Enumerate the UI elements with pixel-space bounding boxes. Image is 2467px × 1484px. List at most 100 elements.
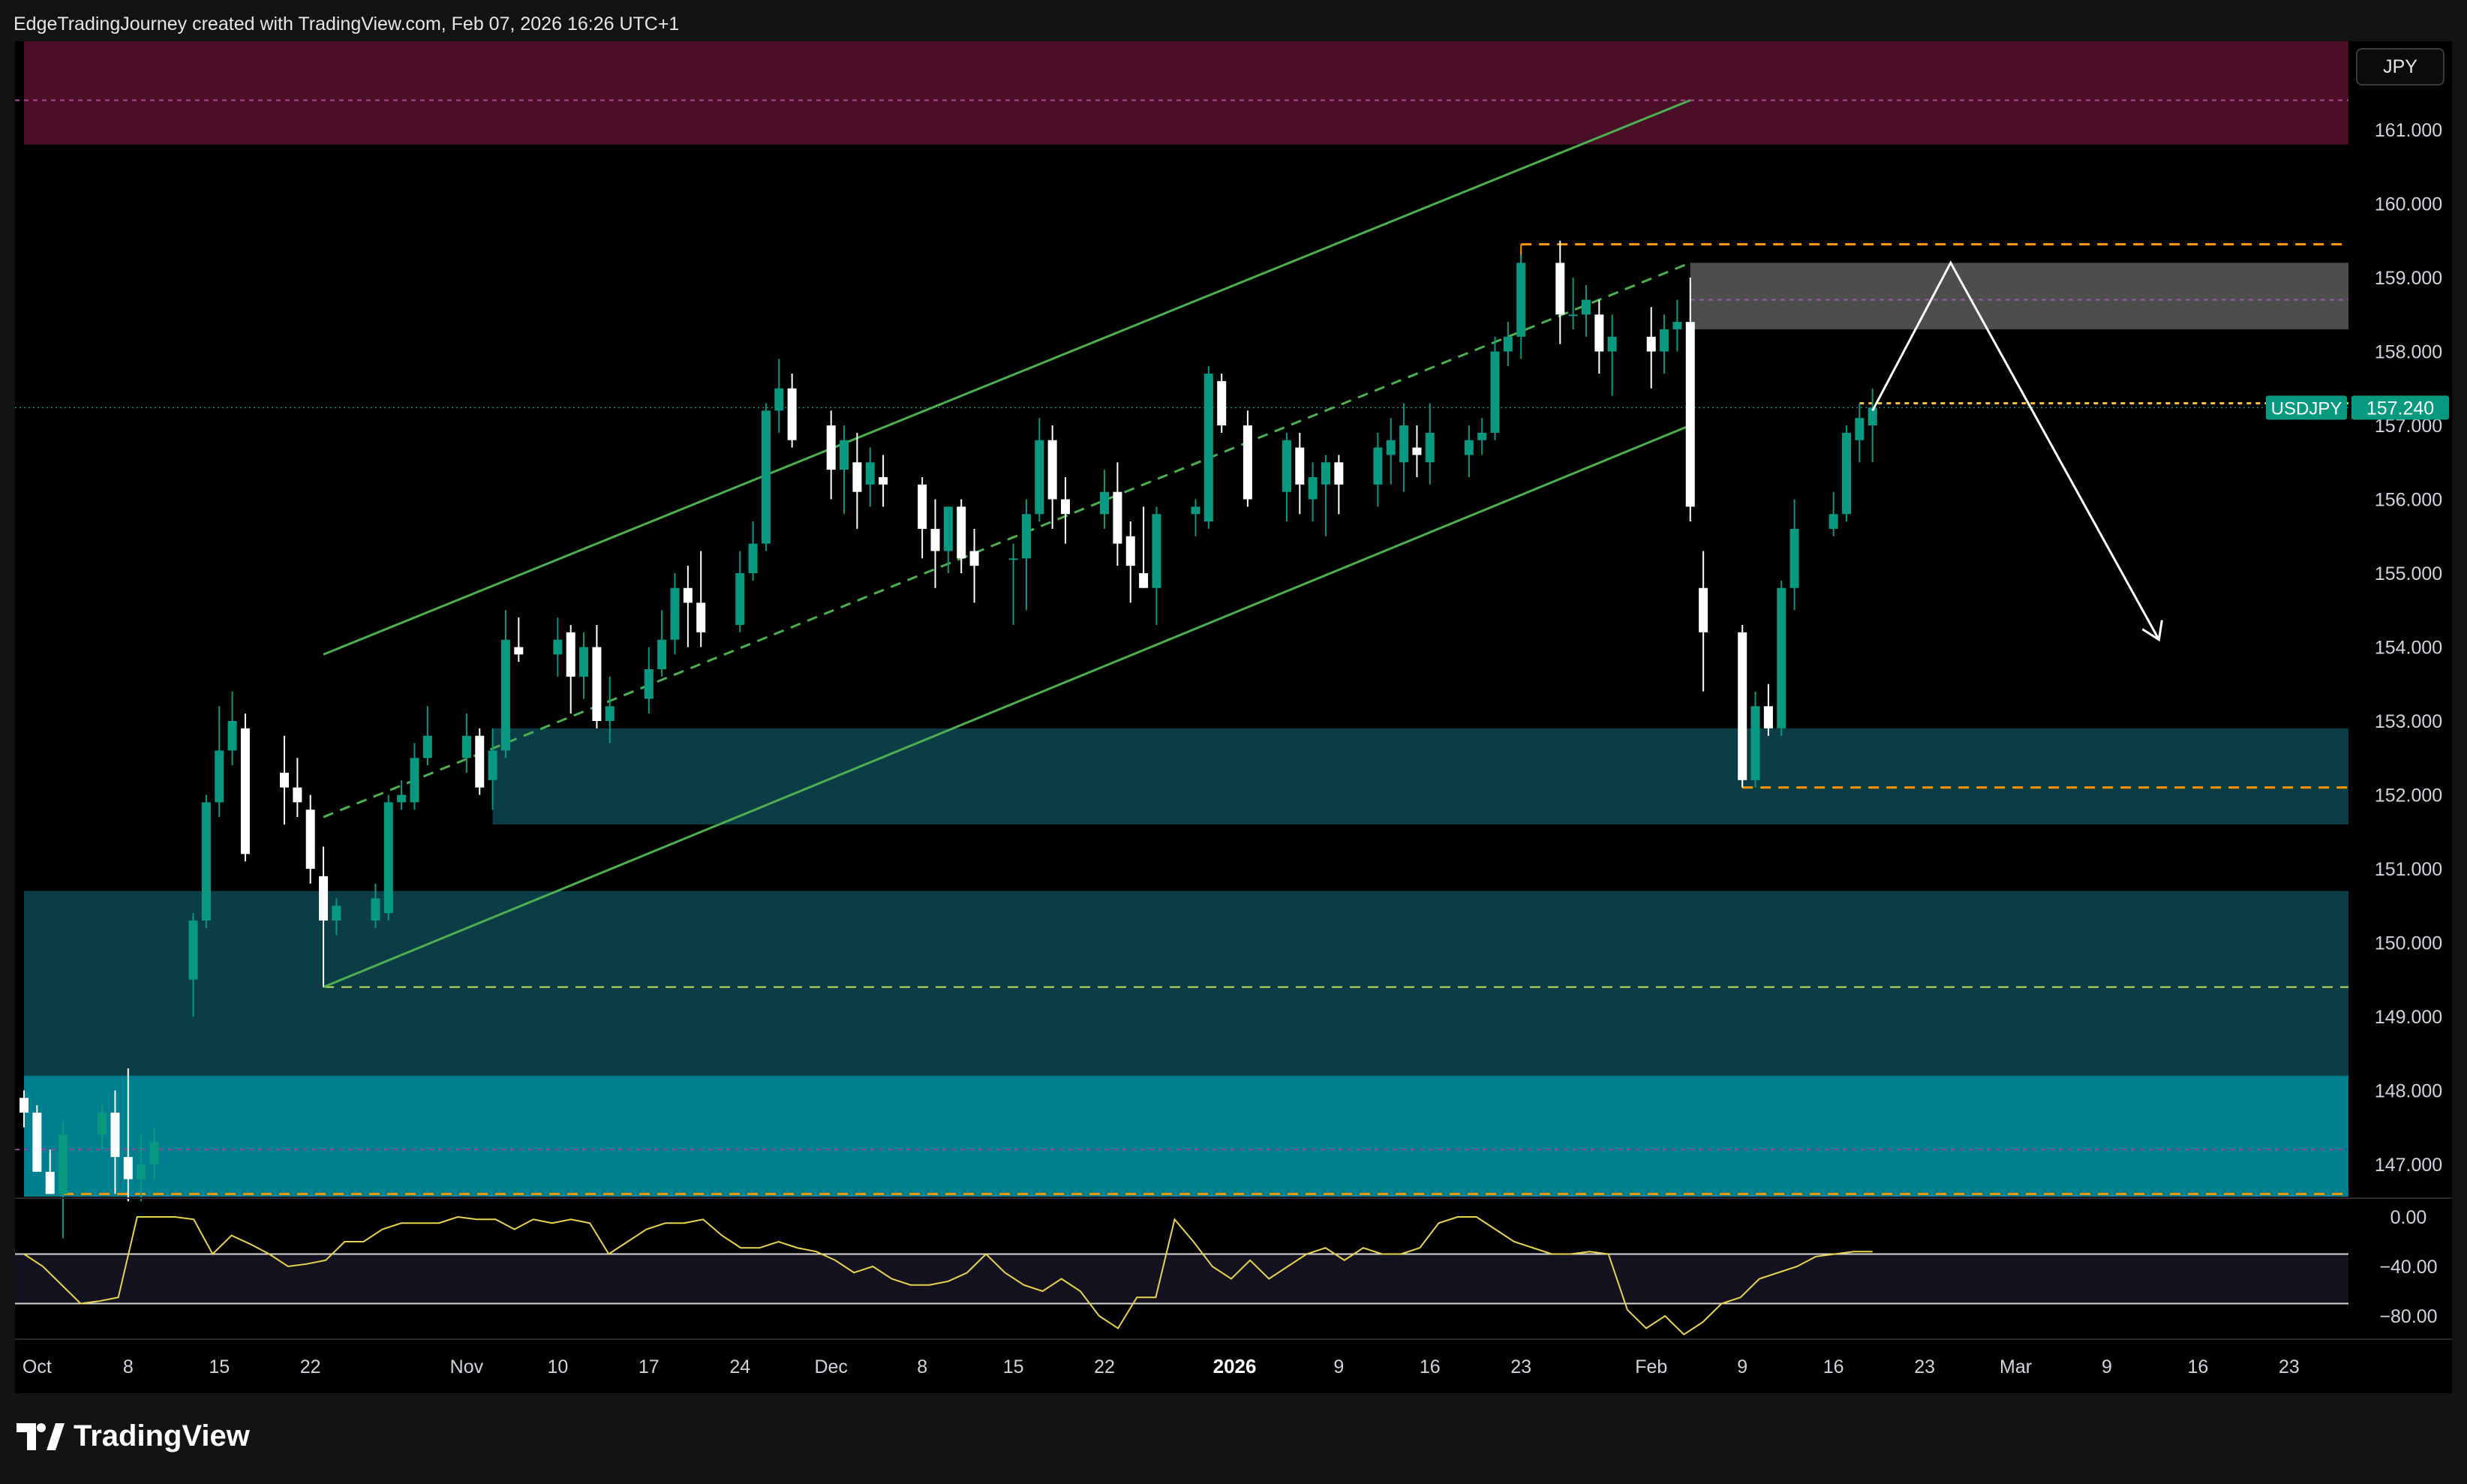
demand-zone-upper [492, 728, 2348, 825]
candle-body [579, 647, 589, 677]
time-tick-label: Dec [814, 1356, 847, 1377]
candle-body [305, 810, 315, 869]
price-tick-label: 156.000 [2375, 490, 2442, 511]
time-tick-label: 8 [123, 1356, 134, 1377]
candle-body [1828, 514, 1838, 529]
price-tick-label: 155.000 [2375, 563, 2442, 584]
candle-body [1582, 299, 1591, 315]
candle-body [1672, 322, 1682, 329]
candle-body [397, 795, 407, 803]
resistance-zone [1690, 263, 2348, 329]
candle-body [371, 898, 380, 921]
candle-body [1047, 440, 1057, 500]
candle-body [227, 721, 237, 751]
time-tick-label: 9 [2102, 1356, 2112, 1377]
candle-body [137, 1164, 146, 1179]
time-tick-label: Oct [23, 1356, 52, 1377]
price-tick-label: 152.000 [2375, 786, 2442, 807]
chart-canvas[interactable]: 147.000 148.000 149.000 150.000 151.000 152.0… [15, 41, 2452, 1393]
candle-body [1295, 447, 1305, 485]
candle-body [1777, 587, 1786, 728]
candle-body [488, 750, 497, 780]
currency-badge[interactable]: JPY [2356, 48, 2444, 86]
candle-body [1321, 462, 1330, 485]
candle-body [774, 388, 784, 411]
time-tick-label: 15 [209, 1356, 230, 1377]
candle-body [1555, 263, 1565, 315]
candle-body [1035, 440, 1044, 515]
time-tick-label: 10 [547, 1356, 568, 1377]
candle-body [918, 484, 927, 529]
price-tick-label: 151.000 [2375, 859, 2442, 880]
candle-body [943, 506, 953, 551]
time-tick-label: 22 [300, 1356, 321, 1377]
price-tick-label: 158.000 [2375, 342, 2442, 363]
candle-body [188, 920, 198, 980]
candle-body [1750, 706, 1760, 780]
time-tick-label: 23 [1510, 1356, 1531, 1377]
demand-zone-inner [24, 1075, 2348, 1197]
price-tick-label: 147.000 [2375, 1155, 2442, 1176]
oscillator-band [15, 1254, 2348, 1304]
time-tick-label: 8 [917, 1356, 927, 1377]
candle-body [1399, 425, 1409, 463]
candle-body [879, 476, 888, 485]
candle-body [1568, 314, 1578, 317]
candle-body [1152, 514, 1161, 588]
last-price-label: 157.240 [2366, 398, 2434, 419]
candle-body [930, 528, 940, 551]
time-tick-label: 9 [1737, 1356, 1747, 1377]
candle-body [1646, 336, 1656, 352]
candle-body [852, 462, 862, 492]
candle-body [670, 587, 680, 640]
price-tick-label: 150.000 [2375, 933, 2442, 954]
oscillator-tick-label: 0.00 [2390, 1207, 2427, 1228]
chart-credit: EdgeTradingJourney created with TradingV… [14, 14, 680, 35]
candle-body [1139, 573, 1149, 588]
candle-body [1503, 336, 1513, 352]
candle-body [1842, 432, 1851, 515]
candle-body [280, 772, 289, 788]
time-tick-label: 16 [1823, 1356, 1844, 1377]
candle-body [383, 802, 393, 914]
time-tick-label: Feb [1635, 1356, 1667, 1377]
candle-body [1516, 263, 1526, 337]
time-tick-label: 17 [639, 1356, 660, 1377]
channel-layer [323, 99, 1691, 988]
candle-body [1738, 632, 1747, 780]
price-tick-label: 161.000 [2375, 120, 2442, 141]
oscillator-pane: 0.00 −40.00 −80.00 [15, 1197, 2452, 1336]
candle-body [1113, 491, 1122, 544]
tradingview-logo[interactable]: TradingView [17, 1419, 250, 1453]
candle-body [696, 602, 706, 632]
candle-body [1217, 380, 1227, 425]
projection-arrowhead [2141, 620, 2163, 642]
candle-body [1607, 336, 1617, 352]
candle-body [98, 1113, 107, 1135]
candle-body [500, 639, 510, 751]
time-tick-label: 22 [1094, 1356, 1115, 1377]
time-tick-label: 24 [729, 1356, 750, 1377]
candle-body [240, 728, 250, 855]
candle-body [1191, 506, 1200, 515]
candle-body [657, 639, 667, 670]
price-tick-label: 160.000 [2375, 194, 2442, 215]
time-tick-label: 23 [1914, 1356, 1935, 1377]
candle-body [1334, 462, 1344, 485]
candle-body [1464, 440, 1474, 455]
time-tick-label: 16 [1420, 1356, 1441, 1377]
candle-body [566, 632, 575, 677]
candle-body [201, 802, 211, 921]
candle-body [840, 440, 849, 470]
oscillator-tick-label: −40.00 [2379, 1257, 2437, 1278]
symbol-label: USDJPY [2271, 398, 2342, 419]
candle-body [683, 587, 693, 603]
time-tick-label: 9 [1333, 1356, 1344, 1377]
oscillator-tick-label: −80.00 [2379, 1306, 2437, 1327]
candle-body [1660, 329, 1669, 352]
candle-body [1685, 322, 1695, 507]
candle-body [475, 735, 485, 788]
candle-body [1699, 587, 1708, 632]
candle-body [1125, 536, 1135, 566]
chart-area[interactable]: 147.000 148.000 149.000 150.000 151.000 152.0… [15, 41, 2452, 1393]
